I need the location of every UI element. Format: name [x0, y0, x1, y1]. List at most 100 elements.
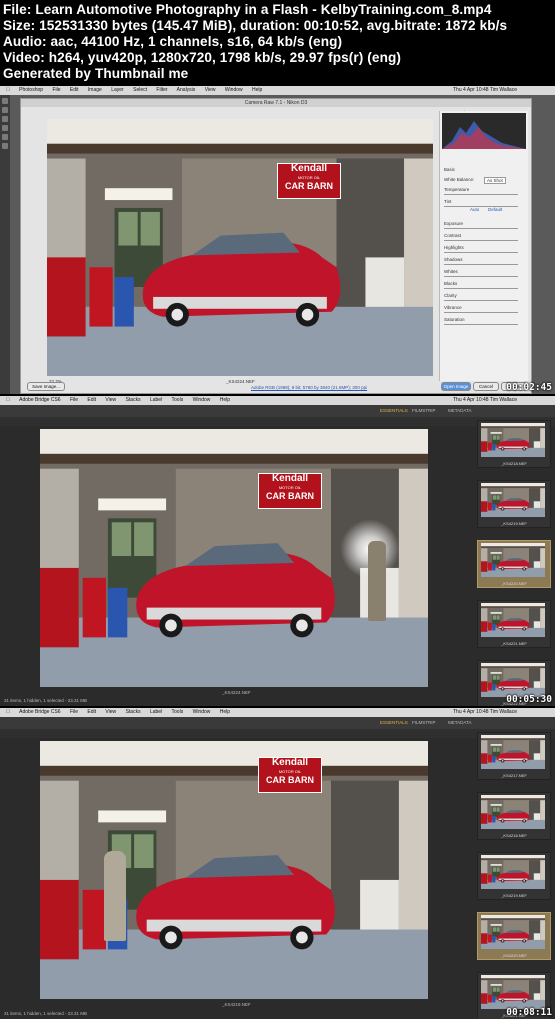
tools-panel [0, 95, 10, 394]
slider-contrast[interactable]: Contrast [444, 233, 524, 245]
slider-highlights[interactable]: Highlights [444, 245, 524, 257]
crop-tool-icon[interactable] [2, 125, 8, 131]
slider-exposure[interactable]: Exposure [444, 211, 524, 233]
brush-tool-icon[interactable] [2, 134, 8, 140]
lasso-tool-icon[interactable] [2, 116, 8, 122]
filmstrip-thumbnail[interactable]: _KS4219.NEF [477, 480, 551, 528]
histogram [442, 113, 526, 149]
tab-filmstrip[interactable]: FILMSTRIP [412, 408, 436, 413]
slider-temperature[interactable]: Temperature [444, 187, 524, 199]
menu-stacks[interactable]: Stacks [126, 709, 141, 715]
menu-help[interactable]: Help [220, 709, 230, 715]
menu-label[interactable]: Label [150, 397, 162, 403]
slider-shadows[interactable]: Shadows [444, 257, 524, 269]
menu-image[interactable]: Image [88, 87, 102, 93]
menu-stacks[interactable]: Stacks [126, 397, 141, 403]
slider-track[interactable] [444, 206, 518, 207]
thumbnail-image [481, 915, 545, 949]
menu-window[interactable]: Window [193, 397, 211, 403]
app-menu[interactable]: Adobe Bridge CS6 [19, 709, 60, 715]
menu-view[interactable]: View [105, 709, 116, 715]
filmstrip-thumbnail[interactable]: _KS4220.NEF [477, 540, 551, 588]
slider-whites[interactable]: Whites [444, 269, 524, 281]
tab-filmstrip[interactable]: FILMSTRIP [412, 720, 436, 725]
menu-help[interactable]: Help [220, 397, 230, 403]
menu-layer[interactable]: Layer [111, 87, 124, 93]
sign-line-3: CAR BARN [266, 775, 314, 785]
slider-tint[interactable]: Tint [444, 199, 524, 211]
menu-edit[interactable]: Edit [87, 709, 96, 715]
app-menu[interactable]: Photoshop [19, 87, 43, 93]
apple-icon[interactable]:  [6, 709, 10, 715]
thumbnail-image [481, 543, 545, 577]
apple-icon[interactable]:  [6, 87, 10, 93]
filmstrip-thumbnail[interactable]: _KS4217.NEF [477, 732, 551, 780]
slider-blacks[interactable]: Blacks [444, 281, 524, 293]
menu-view[interactable]: View [205, 87, 216, 93]
slider-track[interactable] [444, 312, 518, 313]
menu-tools[interactable]: Tools [172, 397, 184, 403]
slider-track[interactable] [444, 264, 518, 265]
filmstrip-thumbnail[interactable]: _KS4219.NEF [477, 852, 551, 900]
slider-track[interactable] [444, 228, 518, 229]
menu-bar:  Adobe Bridge CS6 File Edit View Stacks… [0, 708, 555, 717]
tab-essentials[interactable]: ESSENTIALS [380, 720, 408, 725]
menu-window[interactable]: Window [193, 709, 211, 715]
eraser-tool-icon[interactable] [2, 143, 8, 149]
slider-track[interactable] [444, 240, 518, 241]
white-balance-select[interactable]: As Shot [484, 177, 506, 184]
slider-label: Vibrance [444, 305, 462, 310]
slider-track[interactable] [444, 324, 518, 325]
app-menu[interactable]: Adobe Bridge CS6 [19, 397, 60, 403]
slider-track[interactable] [444, 276, 518, 277]
move-tool-icon[interactable] [2, 98, 8, 104]
apple-icon[interactable]:  [6, 397, 10, 403]
photographer-figure [368, 541, 386, 621]
menu-file[interactable]: File [70, 709, 78, 715]
workflow-options-link[interactable]: Adobe RGB (1998); 8 bit; 5760 by 3840 (2… [251, 385, 367, 390]
slider-track[interactable] [444, 252, 518, 253]
thumbnail-label: _KS4220.NEF [501, 953, 527, 958]
dialog-title: Camera Raw 7.1 - Nikon D3 [21, 99, 531, 107]
menu-analysis[interactable]: Analysis [177, 87, 196, 93]
slider-vibrance[interactable]: Vibrance [444, 305, 524, 317]
slider-track[interactable] [444, 194, 518, 195]
audio-info-line: Audio: aac, 44100 Hz, 1 channels, s16, 6… [3, 34, 343, 49]
slider-label: Tint [444, 199, 452, 204]
cancel-button[interactable]: Cancel [473, 382, 499, 391]
menu-window[interactable]: Window [225, 87, 243, 93]
menu-view[interactable]: View [105, 397, 116, 403]
menu-help[interactable]: Help [252, 87, 262, 93]
slider-saturation[interactable]: Saturation [444, 317, 524, 329]
menu-label[interactable]: Label [150, 709, 162, 715]
tab-essentials[interactable]: ESSENTIALS [380, 408, 408, 413]
filmstrip-thumbnail[interactable]: _KS4221.NEF [477, 600, 551, 648]
slider-label: Blacks [444, 281, 458, 286]
tab-metadata[interactable]: METADATA [448, 720, 472, 725]
filmstrip-thumbnail[interactable]: _KS4218.NEF [477, 420, 551, 468]
menu-status: Thu 4 Apr 10:48 Tim Wallace [452, 87, 517, 93]
menu-bar:  Adobe Bridge CS6 File Edit View Stacks… [0, 396, 555, 405]
menu-select[interactable]: Select [133, 87, 147, 93]
menu-tools[interactable]: Tools [172, 709, 184, 715]
filmstrip-thumbnail[interactable]: _KS4220.NEF [477, 912, 551, 960]
thumbnail-image [481, 975, 545, 1009]
marquee-tool-icon[interactable] [2, 107, 8, 113]
slider-label: Clarity [444, 293, 457, 298]
bridge-preview-image: Kendall MOTOR OIL CAR BARN [40, 429, 428, 687]
filmstrip-thumbnail[interactable]: _KS4218.NEF [477, 792, 551, 840]
menu-file[interactable]: File [52, 87, 60, 93]
menu-file[interactable]: File [70, 397, 78, 403]
slider-track[interactable] [444, 288, 518, 289]
menu-edit[interactable]: Edit [87, 397, 96, 403]
slider-label: Whites [444, 269, 458, 274]
photographer-figure [104, 851, 126, 941]
menu-filter[interactable]: Filter [156, 87, 167, 93]
slider-clarity[interactable]: Clarity [444, 293, 524, 305]
open-image-button[interactable]: Open Image [441, 382, 471, 391]
slider-track[interactable] [444, 300, 518, 301]
tab-metadata[interactable]: METADATA [448, 408, 472, 413]
thumbnail-image [481, 855, 545, 889]
menu-edit[interactable]: Edit [70, 87, 79, 93]
save-image-button[interactable]: Save Image... [27, 382, 65, 391]
